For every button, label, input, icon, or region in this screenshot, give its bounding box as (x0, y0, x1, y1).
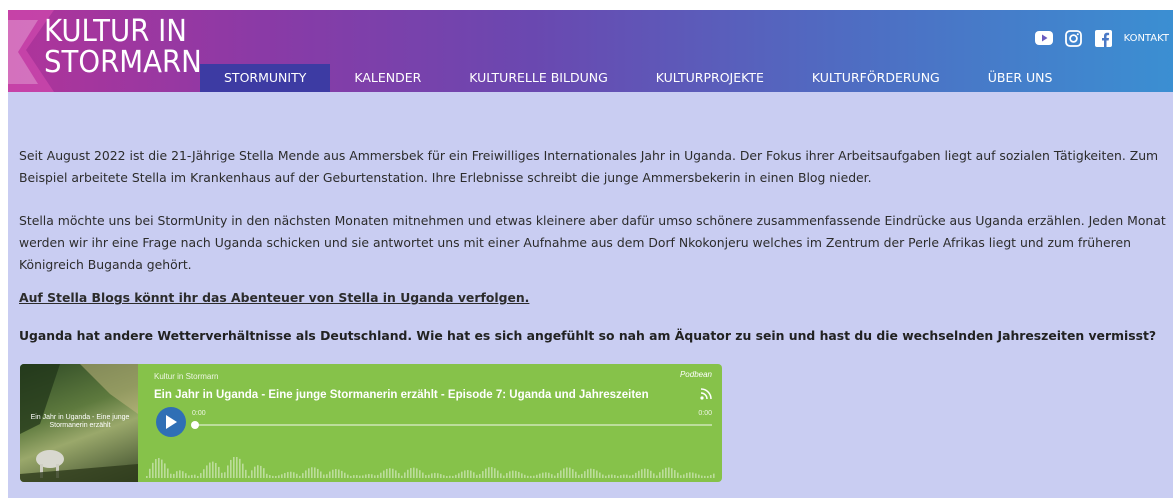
episode-title: Ein Jahr in Uganda - Eine junge Stormane… (154, 389, 649, 401)
nav-item-stormunity[interactable]: STORMUNITY (200, 64, 331, 92)
main-content: Seit August 2022 ist die 21-Jährige Stel… (8, 92, 1173, 498)
logo-text: KULTUR IN STORMARN (44, 16, 202, 78)
facebook-icon[interactable] (1094, 28, 1114, 48)
progress-knob[interactable] (191, 421, 199, 429)
time-total: 0:00 (698, 410, 712, 417)
blog-link[interactable]: Auf Stella Blogs könnt ihr das Abenteuer… (19, 290, 529, 305)
nav-item-kulturprojekte[interactable]: KULTURPROJEKTE (632, 64, 788, 92)
cover-caption: Ein Jahr in Uganda - Eine junge Stormane… (30, 414, 130, 429)
nav-item-kulturfoerderung[interactable]: KULTURFÖRDERUNG (788, 64, 964, 92)
instagram-icon[interactable] (1064, 28, 1084, 48)
logo-line2: STORMARN (44, 45, 202, 80)
main-nav: STORMUNITY KALENDER KULTURELLE BILDUNG K… (200, 64, 1076, 92)
play-button[interactable] (156, 407, 186, 437)
article-question: Uganda hat andere Wetterverhältnisse als… (19, 328, 1157, 343)
episode-cover-image: Ein Jahr in Uganda - Eine junge Stormane… (20, 364, 138, 482)
logo-line1: KULTUR IN (44, 14, 187, 49)
podcast-channel: Kultur in Stormarn (154, 372, 219, 381)
site-logo[interactable]: KULTUR IN STORMARN (8, 10, 202, 92)
waveform (146, 457, 715, 478)
youtube-icon[interactable] (1034, 28, 1054, 48)
progress-bar[interactable] (191, 421, 712, 429)
play-icon (166, 415, 177, 429)
article-paragraph-1: Seit August 2022 ist die 21-Jährige Stel… (19, 148, 1159, 185)
nav-item-kulturelle-bildung[interactable]: KULTURELLE BILDUNG (445, 64, 631, 92)
podcast-player: Ein Jahr in Uganda - Eine junge Stormane… (20, 364, 722, 482)
podbean-logo: Podbean (679, 370, 712, 379)
site-header: KULTUR IN STORMARN STORMUNITY KALENDER K… (8, 10, 1173, 92)
kontakt-link[interactable]: KONTAKT (1124, 33, 1169, 44)
time-elapsed: 0:00 (192, 410, 206, 417)
nav-item-ueber-uns[interactable]: ÜBER UNS (964, 64, 1077, 92)
rss-icon[interactable] (700, 388, 712, 400)
nav-item-kalender[interactable]: KALENDER (330, 64, 445, 92)
social-links: KONTAKT (1024, 28, 1169, 48)
article-paragraph-2: Stella möchte uns bei StormUnity in den … (19, 213, 1166, 272)
